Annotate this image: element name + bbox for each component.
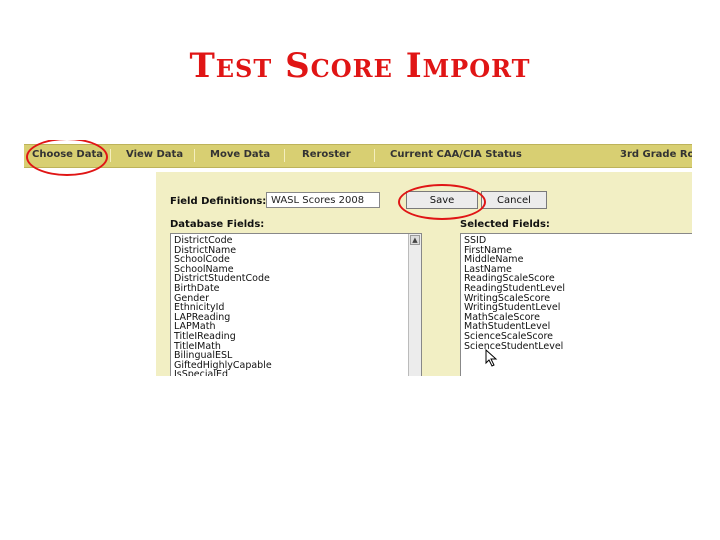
field-definitions-panel: Field Definitions: Save Cancel Database … xyxy=(156,172,692,376)
nav-separator xyxy=(374,149,375,162)
save-button[interactable]: Save xyxy=(406,191,478,209)
nav-separator xyxy=(110,149,111,162)
database-fields-list[interactable]: DistrictCode DistrictName SchoolCode School… xyxy=(170,233,422,376)
nav-separator xyxy=(194,149,195,162)
database-fields-scrollbar[interactable]: ▲ xyxy=(408,234,421,376)
list-item[interactable]: IsSpecialEd xyxy=(174,370,418,376)
app-screenshot: Choose Data View Data Move Data Reroster… xyxy=(24,140,692,376)
selected-fields-list[interactable]: SSID FirstName MiddleName LastName ReadingSc… xyxy=(460,233,692,376)
nav-separator xyxy=(284,149,285,162)
nav-reroster[interactable]: Reroster xyxy=(302,149,351,160)
scroll-up-icon[interactable]: ▲ xyxy=(410,235,420,245)
nav-3rd-grade-roster[interactable]: 3rd Grade Ros xyxy=(620,149,692,160)
nav-current-caa-cia-status[interactable]: Current CAA/CIA Status xyxy=(390,149,522,160)
selected-fields-items: SSID FirstName MiddleName LastName ReadingSc… xyxy=(461,234,692,353)
top-nav: Choose Data View Data Move Data Reroster… xyxy=(24,144,692,168)
nav-move-data[interactable]: Move Data xyxy=(210,149,270,160)
nav-choose-data[interactable]: Choose Data xyxy=(32,149,103,160)
database-fields-items: DistrictCode DistrictName SchoolCode School… xyxy=(171,234,421,376)
list-item[interactable]: ScienceStudentLevel xyxy=(464,341,690,352)
field-definitions-label: Field Definitions: xyxy=(170,196,267,207)
slide-title: Test Score Import xyxy=(189,46,531,86)
selected-fields-label: Selected Fields: xyxy=(460,219,550,230)
database-fields-label: Database Fields: xyxy=(170,219,265,230)
nav-view-data[interactable]: View Data xyxy=(126,149,183,160)
field-definitions-input[interactable] xyxy=(266,192,380,208)
cancel-button[interactable]: Cancel xyxy=(481,191,547,209)
list-item[interactable]: BirthDate xyxy=(174,284,418,294)
